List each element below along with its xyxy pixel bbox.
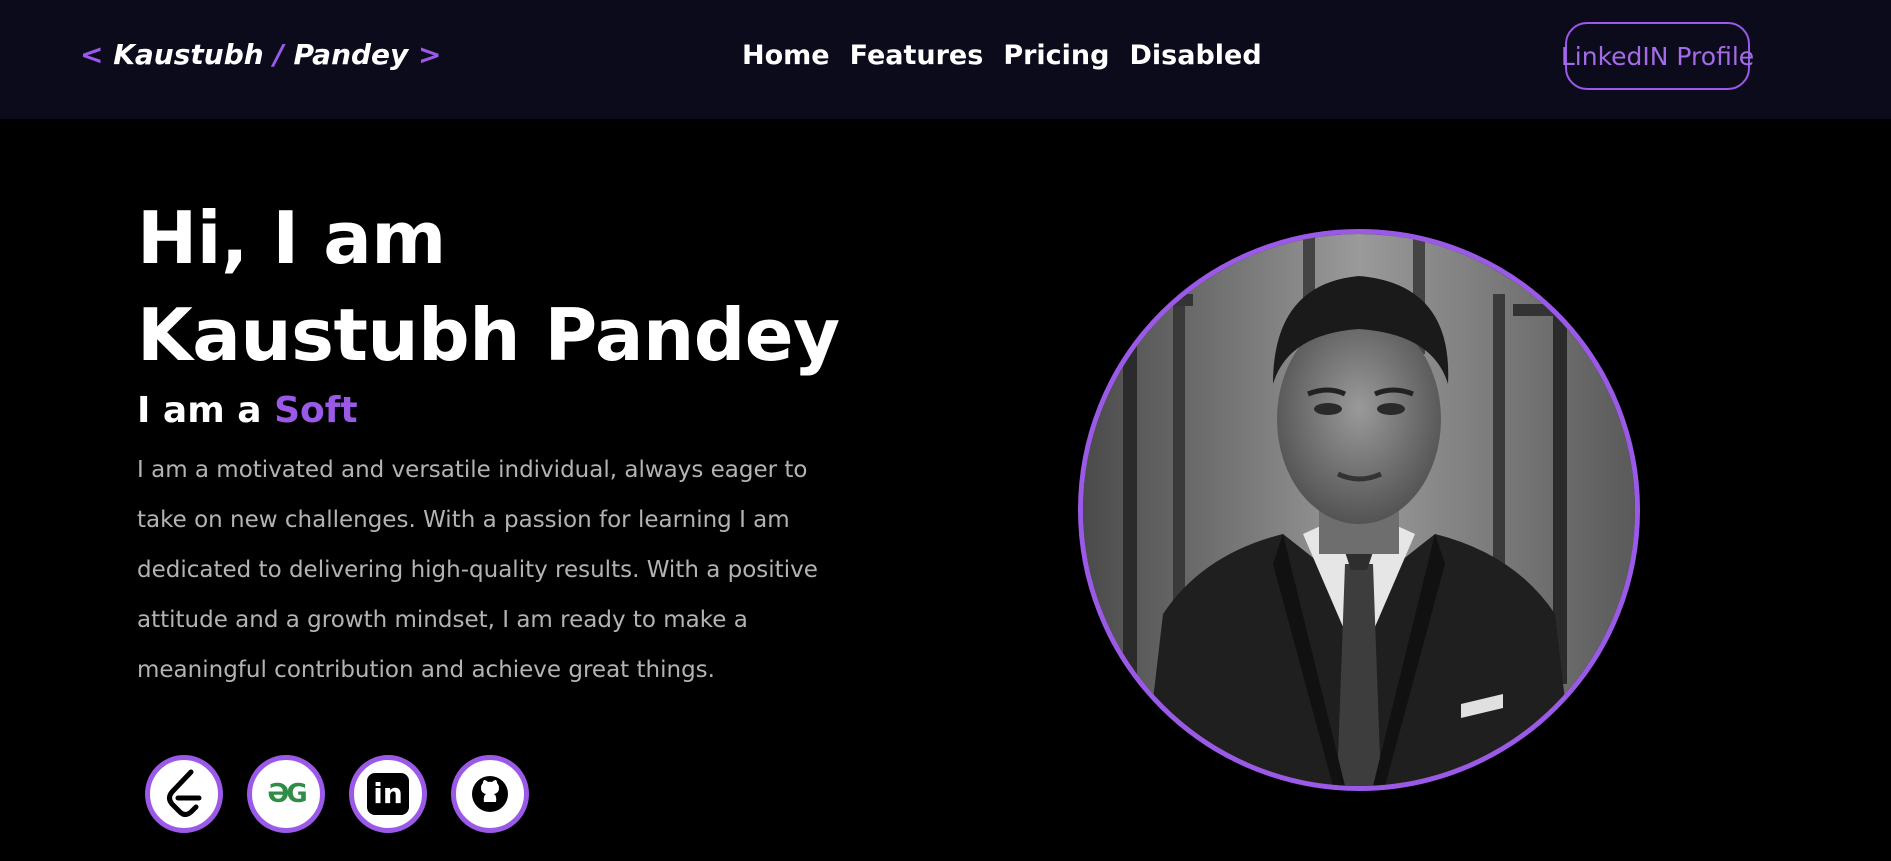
geeksforgeeks-icon: ƏG <box>267 779 307 809</box>
hero-subtitle: I am a Soft <box>137 390 358 431</box>
bio-text: I am a motivated and versatile individua… <box>137 457 818 683</box>
linkedin-icon: in <box>367 773 409 815</box>
leetcode-icon <box>167 769 202 817</box>
brand-first-name: Kaustubh <box>113 38 264 71</box>
brand-close-bracket: > <box>418 38 442 71</box>
social-links: ƏG in <box>145 755 529 833</box>
nav-link-pricing[interactable]: Pricing <box>1003 40 1109 71</box>
hero-title-line1: Hi, I am <box>137 196 446 280</box>
nav-link-home[interactable]: Home <box>742 40 830 71</box>
nav-link-features[interactable]: Features <box>850 40 984 71</box>
hero-title: Hi, I am Kaustubh Pandey <box>137 190 840 384</box>
navbar: < Kaustubh / Pandey > Home Features Pric… <box>0 0 1891 119</box>
brand-last-name: Pandey <box>293 38 409 71</box>
nav-link-disabled[interactable]: Disabled <box>1129 40 1261 71</box>
github-icon <box>472 776 508 812</box>
linkedin-link[interactable]: in <box>349 755 427 833</box>
profile-photo-image <box>1083 234 1635 786</box>
leetcode-link[interactable] <box>145 755 223 833</box>
nav-links: Home Features Pricing Disabled <box>742 40 1262 71</box>
subtitle-typed-text: Soft <box>274 390 358 431</box>
hero-title-line2: Kaustubh Pandey <box>137 293 840 377</box>
linkedin-profile-button[interactable]: LinkedIN Profile <box>1561 22 1754 90</box>
brand-open-bracket: < <box>80 38 104 71</box>
geeksforgeeks-link[interactable]: ƏG <box>247 755 325 833</box>
brand-slash: / <box>273 38 284 71</box>
profile-photo <box>1078 229 1640 791</box>
brand-logo[interactable]: < Kaustubh / Pandey > <box>80 38 442 71</box>
github-link[interactable] <box>451 755 529 833</box>
subtitle-prefix: I am a <box>137 390 262 431</box>
linkedin-icon-text: in <box>373 777 403 810</box>
